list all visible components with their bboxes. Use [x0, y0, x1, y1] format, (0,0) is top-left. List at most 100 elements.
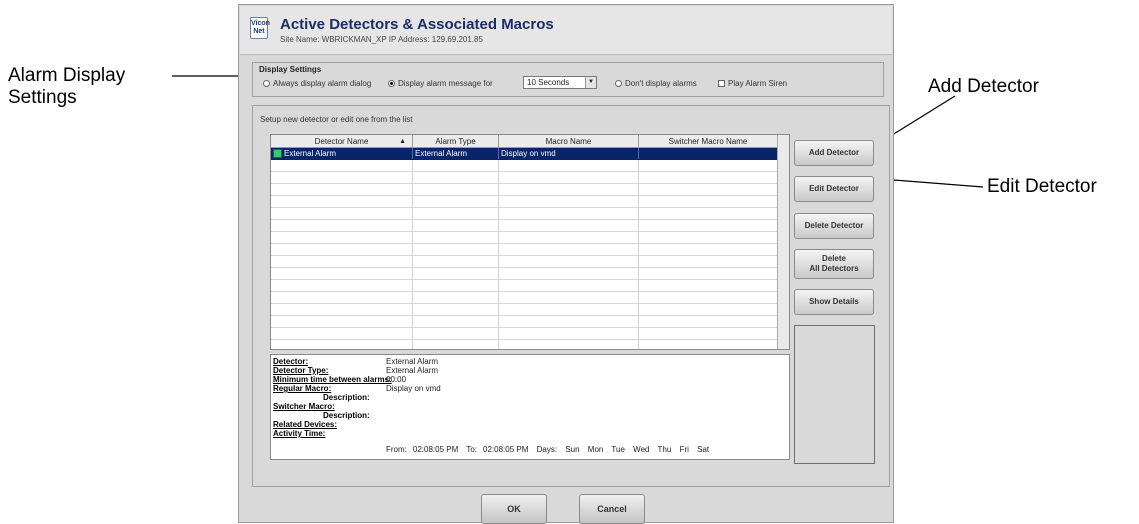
empty-cell: [271, 160, 413, 171]
empty-table-row: [271, 220, 778, 232]
empty-table-row: [271, 244, 778, 256]
preview-panel: [794, 325, 875, 464]
empty-cell: [499, 220, 639, 231]
delete-all-line-1: Delete: [821, 254, 846, 263]
detail-detector-label: Detector:: [273, 357, 309, 366]
empty-cell: [499, 256, 639, 267]
detail-activity-time-label: Activity Time:: [273, 429, 326, 438]
empty-cell: [271, 304, 413, 315]
empty-cell: [639, 196, 778, 207]
empty-cell: [639, 268, 778, 279]
empty-cell: [413, 340, 499, 349]
detector-details-panel: Detector: External Alarm Detector Type: …: [270, 354, 790, 460]
empty-cell: [499, 160, 639, 171]
empty-cell: [413, 160, 499, 171]
empty-cell: [499, 232, 639, 243]
empty-cell: [271, 196, 413, 207]
empty-cell: [271, 280, 413, 291]
radio-dont-display[interactable]: Don't display alarms: [615, 79, 697, 88]
empty-cell: [499, 280, 639, 291]
detail-switcher-macro-label: Switcher Macro:: [273, 402, 335, 411]
empty-cell: [639, 256, 778, 267]
empty-cell: [413, 196, 499, 207]
from-label: From:: [386, 445, 407, 454]
cell-switcher-macro: [639, 148, 778, 159]
empty-cell: [413, 256, 499, 267]
empty-cell: [413, 208, 499, 219]
table-row[interactable]: External Alarm External Alarm Display on…: [271, 148, 778, 160]
vicon-net-logo: Vicon Net: [250, 17, 270, 39]
empty-table-row: [271, 256, 778, 268]
cancel-button[interactable]: Cancel: [579, 494, 645, 524]
cell-alarm-type: External Alarm: [413, 148, 499, 159]
empty-cell: [413, 184, 499, 195]
empty-cell: [499, 340, 639, 349]
column-header-macro-name[interactable]: Macro Name: [499, 135, 639, 148]
radio-always-display[interactable]: Always display alarm dialog: [263, 79, 371, 88]
empty-table-row: [271, 268, 778, 280]
empty-cell: [499, 304, 639, 315]
dialog-header: Vicon Net Active Detectors & Associated …: [240, 6, 892, 55]
empty-cell: [413, 220, 499, 231]
column-header-detector-name[interactable]: Detector Name ▲: [271, 135, 413, 148]
empty-cell: [413, 172, 499, 183]
empty-cell: [413, 268, 499, 279]
chevron-down-icon[interactable]: ▼: [585, 77, 596, 88]
show-details-button[interactable]: Show Details: [794, 289, 874, 315]
to-label: To:: [466, 445, 478, 454]
empty-cell: [639, 280, 778, 291]
empty-cell: [271, 184, 413, 195]
empty-cell: [639, 328, 778, 339]
cell-detector-name: External Alarm: [271, 148, 413, 159]
empty-table-row: [271, 208, 778, 220]
radio-display-message[interactable]: Display alarm message for: [388, 79, 493, 88]
empty-cell: [271, 256, 413, 267]
duration-select[interactable]: 10 Seconds ▼: [523, 76, 597, 89]
cell-macro-name: Display on vmd: [499, 148, 639, 159]
checkbox-icon: [718, 80, 725, 87]
day-wed: Wed: [633, 445, 650, 454]
empty-cell: [499, 208, 639, 219]
empty-cell: [271, 268, 413, 279]
setup-instructions: Setup new detector or edit one from the …: [260, 115, 413, 124]
empty-cell: [413, 304, 499, 315]
ok-button[interactable]: OK: [481, 494, 547, 524]
empty-cell: [271, 232, 413, 243]
empty-cell: [413, 280, 499, 291]
edit-detector-button[interactable]: Edit Detector: [794, 176, 874, 202]
vertical-scrollbar[interactable]: [777, 135, 789, 349]
empty-cell: [499, 172, 639, 183]
empty-table-row: [271, 184, 778, 196]
to-value: 02:08:05 PM: [483, 445, 529, 454]
empty-cell: [271, 208, 413, 219]
empty-cell: [499, 316, 639, 327]
radio-icon: [615, 80, 622, 87]
empty-cell: [639, 244, 778, 255]
activity-time-row: From: 02:08:05 PM To: 02:08:05 PM Days: Su…: [386, 445, 715, 454]
detail-description2-label: Description:: [323, 411, 370, 420]
delete-detector-button[interactable]: Delete Detector: [794, 213, 874, 239]
column-header-switcher-macro[interactable]: Switcher Macro Name: [639, 135, 778, 148]
empty-cell: [499, 292, 639, 303]
column-header-alarm-type[interactable]: Alarm Type: [413, 135, 499, 148]
empty-table-row: [271, 280, 778, 292]
display-settings-group: Display Settings Always display alarm di…: [252, 62, 884, 97]
from-value: 02:08:05 PM: [412, 445, 459, 454]
checkbox-play-siren[interactable]: Play Alarm Siren: [718, 79, 787, 88]
empty-cell: [271, 328, 413, 339]
empty-cell: [639, 160, 778, 171]
empty-cell: [271, 292, 413, 303]
empty-cell: [413, 244, 499, 255]
detail-description-label: Description:: [323, 393, 370, 402]
detail-related-devices-label: Related Devices:: [273, 420, 338, 429]
day-fri: Fri: [679, 445, 689, 454]
empty-table-row: [271, 304, 778, 316]
empty-table-row: [271, 316, 778, 328]
add-detector-button[interactable]: Add Detector: [794, 140, 874, 166]
empty-cell: [271, 244, 413, 255]
empty-cell: [271, 340, 413, 349]
empty-cell: [639, 172, 778, 183]
delete-all-detectors-button[interactable]: Delete All Detectors: [794, 249, 874, 279]
detail-regular-macro-value: Display on vmd: [386, 384, 441, 393]
empty-cell: [499, 196, 639, 207]
